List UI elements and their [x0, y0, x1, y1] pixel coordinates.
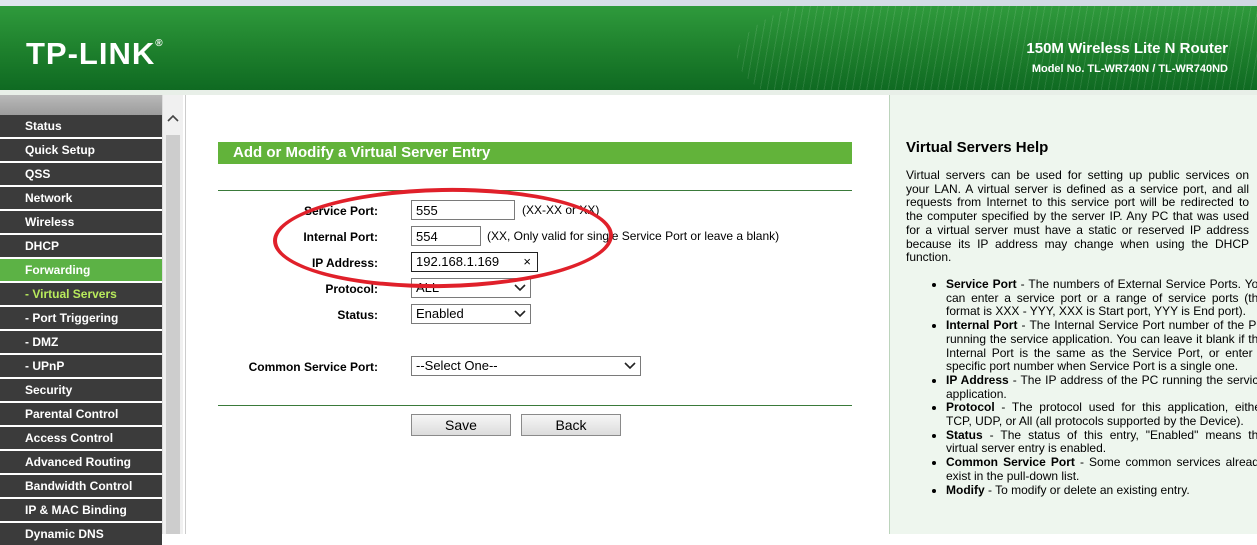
- help-pane: Virtual Servers Help Virtual servers can…: [889, 95, 1257, 534]
- help-item-common-service-port: Common Service Port - Some common servic…: [946, 455, 1257, 483]
- chevron-down-icon: [624, 358, 636, 380]
- sidebar-item-dynamic-dns[interactable]: Dynamic DNS: [0, 523, 162, 545]
- sidebar-item-dmz[interactable]: - DMZ: [0, 331, 162, 353]
- service-port-input[interactable]: [411, 200, 515, 220]
- protocol-label: Protocol:: [325, 282, 378, 296]
- status-select[interactable]: Enabled: [411, 304, 531, 324]
- help-item-internal-port: Internal Port - The Internal Service Por…: [946, 318, 1257, 374]
- sidebar-menu: Status Quick Setup QSS Network Wireless …: [0, 95, 162, 545]
- product-model: Model No. TL-WR740N / TL-WR740ND: [1031, 63, 1228, 75]
- help-item-service-port: Service Port - The numbers of External S…: [946, 277, 1257, 319]
- service-port-label: Service Port:: [303, 204, 378, 218]
- scroll-thumb[interactable]: [166, 135, 180, 534]
- common-service-port-select[interactable]: --Select One--: [411, 356, 641, 376]
- sidebar-scrollbar[interactable]: [162, 95, 183, 534]
- internal-port-hint: (XX, Only valid for single Service Port …: [487, 229, 780, 243]
- top-divider: [218, 190, 852, 191]
- sidebar-item-access-control[interactable]: Access Control: [0, 427, 162, 449]
- back-button[interactable]: Back: [521, 414, 621, 436]
- sidebar-item-qss[interactable]: QSS: [0, 163, 162, 185]
- sidebar-item-bandwidth-control[interactable]: Bandwidth Control: [0, 475, 162, 497]
- sidebar-item-virtual-servers[interactable]: - Virtual Servers: [0, 283, 162, 305]
- help-title: Virtual Servers Help: [906, 139, 1049, 156]
- status-value: Enabled: [416, 306, 464, 321]
- sidebar-item-upnp[interactable]: - UPnP: [0, 355, 162, 377]
- sidebar-item-security[interactable]: Security: [0, 379, 162, 401]
- scroll-up-arrow-icon[interactable]: [164, 109, 182, 127]
- main-content: Add or Modify a Virtual Server Entry Ser…: [185, 95, 887, 534]
- sidebar-item-dhcp[interactable]: DHCP: [0, 235, 162, 257]
- sidebar-item-forwarding[interactable]: Forwarding: [0, 259, 162, 281]
- help-item-ip-address: IP Address - The IP address of the PC ru…: [946, 373, 1257, 401]
- bottom-divider: [218, 405, 852, 406]
- help-intro: Virtual servers can be used for setting …: [906, 168, 1249, 265]
- sidebar-item-advanced-routing[interactable]: Advanced Routing: [0, 451, 162, 473]
- save-button[interactable]: Save: [411, 414, 511, 436]
- chevron-down-icon: [514, 306, 526, 328]
- common-service-port-value: --Select One--: [416, 358, 498, 373]
- ip-address-value: 192.168.1.169: [416, 254, 500, 269]
- sidebar-item-quick-setup[interactable]: Quick Setup: [0, 139, 162, 161]
- internal-port-input[interactable]: [411, 226, 481, 246]
- section-title: Add or Modify a Virtual Server Entry: [218, 142, 852, 164]
- sidebar-item-ip-mac-binding[interactable]: IP & MAC Binding: [0, 499, 162, 521]
- ip-address-input[interactable]: 192.168.1.169 ×: [411, 252, 538, 272]
- help-list: Service Port - The numbers of External S…: [930, 277, 1257, 498]
- help-item-modify: Modify - To modify or delete an existing…: [946, 483, 1257, 498]
- clear-icon[interactable]: ×: [523, 253, 531, 271]
- status-label: Status:: [337, 308, 378, 322]
- internal-port-label: Internal Port:: [303, 230, 378, 244]
- ip-address-label: IP Address:: [311, 256, 378, 270]
- help-item-protocol: Protocol - The protocol used for this ap…: [946, 400, 1257, 428]
- sidebar-item-parental-control[interactable]: Parental Control: [0, 403, 162, 425]
- sidebar-top-bar: [0, 95, 162, 115]
- chevron-down-icon: [514, 280, 526, 302]
- protocol-select[interactable]: ALL: [411, 278, 531, 298]
- common-service-port-label: Common Service Port:: [248, 360, 378, 374]
- sidebar-item-network[interactable]: Network: [0, 187, 162, 209]
- protocol-value: ALL: [416, 280, 440, 295]
- sidebar-item-port-triggering[interactable]: - Port Triggering: [0, 307, 162, 329]
- sidebar-item-status[interactable]: Status: [0, 115, 162, 137]
- product-title: 150M Wireless Lite N Router: [1026, 40, 1228, 57]
- header-banner: TP-LINK® 150M Wireless Lite N Router Mod…: [0, 6, 1257, 90]
- help-item-status: Status - The status of this entry, "Enab…: [946, 428, 1257, 456]
- service-port-hint: (XX-XX or XX): [522, 203, 600, 217]
- sidebar-item-wireless[interactable]: Wireless: [0, 211, 162, 233]
- tp-link-logo: TP-LINK®: [26, 36, 164, 71]
